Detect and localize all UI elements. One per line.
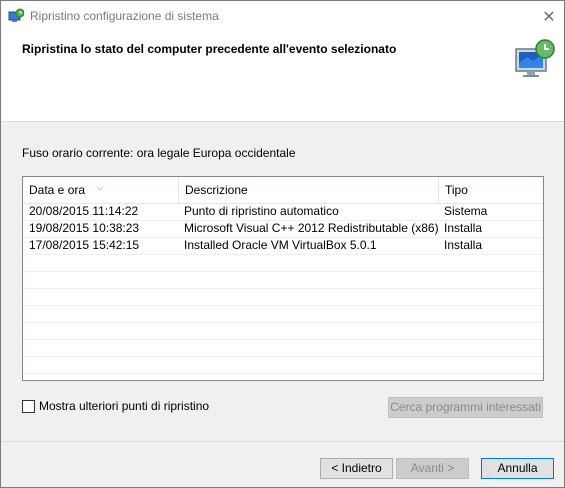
column-header-type[interactable]: Tipo: [438, 177, 543, 203]
row-type: Installa: [444, 238, 483, 252]
more-restore-points-checkbox[interactable]: [22, 399, 35, 413]
system-restore-window: Ripristino configurazione di sistema ✕ R…: [0, 0, 565, 488]
restore-points-table: ⌵ Data e ora Descrizione Tipo 20/08/2015…: [22, 176, 544, 381]
row-type: Sistema: [444, 204, 488, 218]
scan-affected-programs-button[interactable]: Cerca programmi interessati: [388, 397, 543, 418]
empty-row: [23, 305, 543, 323]
row-date: 17/08/2015 15:42:15: [29, 238, 140, 252]
row-type: Installa: [444, 221, 483, 235]
row-date: 20/08/2015 11:14:22: [29, 204, 139, 218]
title-bar[interactable]: Ripristino configurazione di sistema ✕: [1, 1, 564, 32]
table-header: ⌵ Data e ora Descrizione Tipo: [23, 177, 543, 204]
column-header-description[interactable]: Descrizione: [178, 177, 438, 203]
window-title: Ripristino configurazione di sistema: [30, 9, 219, 23]
empty-row: [23, 322, 543, 340]
empty-row: [23, 254, 543, 272]
more-restore-points-label: Mostra ulteriori punti di ripristino: [39, 399, 210, 413]
system-restore-icon: [8, 8, 24, 22]
empty-row: [23, 339, 543, 357]
close-button[interactable]: ✕: [534, 1, 564, 32]
row-description: Punto di ripristino automatico: [184, 204, 339, 218]
table-row[interactable]: 20/08/2015 11:14:22 Punto di ripristino …: [23, 203, 543, 221]
row-description: Installed Oracle VM VirtualBox 5.0.1: [184, 238, 377, 252]
back-button[interactable]: < Indietro: [320, 458, 393, 479]
more-restore-points-option[interactable]: Mostra ulteriori punti di ripristino: [22, 399, 209, 413]
column-header-label: Tipo: [445, 183, 468, 197]
system-restore-monitor-icon: [515, 39, 555, 77]
wizard-header: Ripristina lo stato del computer precede…: [1, 32, 564, 122]
timezone-label: Fuso orario corrente: ora legale Europa …: [22, 146, 296, 160]
page-title: Ripristina lo stato del computer precede…: [22, 42, 397, 56]
table-row[interactable]: 19/08/2015 10:38:23 Microsoft Visual C++…: [23, 220, 543, 238]
empty-row: [23, 356, 543, 374]
column-header-label: Descrizione: [185, 183, 248, 197]
cancel-button[interactable]: Annulla: [481, 458, 554, 479]
close-icon: ✕: [542, 8, 556, 26]
table-row[interactable]: 17/08/2015 15:42:15 Installed Oracle VM …: [23, 237, 543, 255]
column-header-label: Data e ora: [29, 183, 86, 197]
empty-row: [23, 271, 543, 289]
next-button[interactable]: Avanti >: [396, 458, 469, 479]
column-header-date[interactable]: ⌵ Data e ora: [23, 177, 178, 203]
sort-descending-icon: ⌵: [97, 183, 104, 192]
empty-row: [23, 288, 543, 306]
row-date: 19/08/2015 10:38:23: [29, 221, 140, 235]
footer-divider: [1, 441, 564, 442]
row-description: Microsoft Visual C++ 2012 Redistributabl…: [184, 221, 438, 235]
